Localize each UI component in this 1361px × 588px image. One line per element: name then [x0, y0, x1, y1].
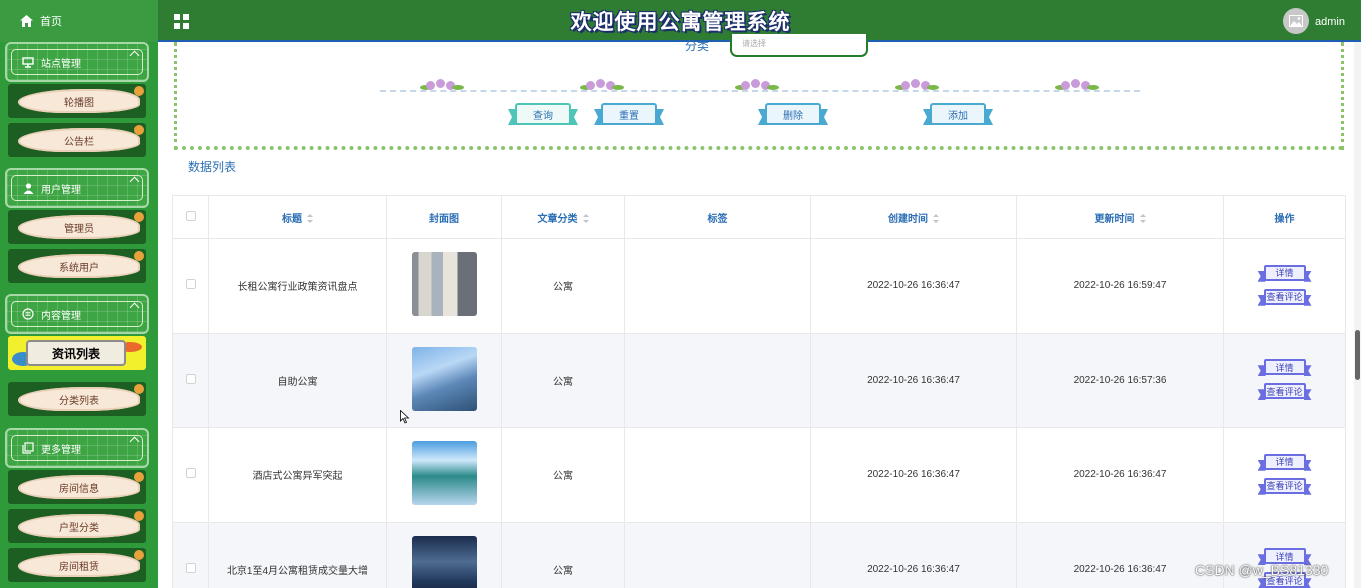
- row-title: 北京1至4月公寓租赁成交量大增: [208, 521, 387, 588]
- view-comments-button[interactable]: 查看评论: [1257, 477, 1312, 496]
- sidebar-item-rentals[interactable]: 房间租赁: [8, 548, 146, 582]
- avatar[interactable]: [1283, 8, 1309, 34]
- row-tags: [624, 238, 811, 334]
- sidebar-item-admins[interactable]: 管理员: [8, 210, 146, 244]
- search-panel: [174, 42, 1344, 150]
- row-title: 自助公寓: [208, 332, 387, 428]
- watermark: CSDN @w_BS81330: [1195, 562, 1329, 578]
- detail-button[interactable]: 详情: [1257, 359, 1312, 377]
- sidebar-group-more[interactable]: 更多管理: [5, 428, 149, 468]
- column-title[interactable]: 标题: [208, 195, 387, 239]
- sidebar-group-content[interactable]: 内容管理: [5, 294, 149, 334]
- sidebar: 站点管理 轮播图 公告栏 用户管理 管理员 系统用户 内容管理 资讯列表 分类列…: [0, 42, 158, 588]
- sidebar-item-system-users[interactable]: 系统用户: [8, 249, 146, 283]
- column-updated[interactable]: 更新时间: [1016, 195, 1224, 239]
- cover-image[interactable]: [411, 535, 477, 588]
- row-checkbox[interactable]: [185, 373, 196, 384]
- table-row: 酒店式公寓异军突起 公寓 2022-10-26 16:36:47 2022-10…: [172, 427, 1346, 523]
- table-row: 自助公寓 公寓 2022-10-26 16:36:47 2022-10-26 1…: [172, 332, 1346, 428]
- row-checkbox[interactable]: [185, 562, 196, 573]
- mouse-cursor-icon: [400, 410, 410, 424]
- column-actions: 操作: [1223, 195, 1346, 239]
- select-all-checkbox[interactable]: [185, 210, 196, 221]
- user-icon: [22, 182, 34, 194]
- system-title: 欢迎使用公寓管理系统: [570, 10, 791, 34]
- sidebar-item-carousel[interactable]: 轮播图: [8, 84, 146, 118]
- sort-caret-icon[interactable]: [582, 214, 589, 224]
- news-table: 标题 封面图 文章分类 标签 创建时间 更新时间 操作 长租公寓行业政策资讯盘点…: [172, 195, 1346, 588]
- sidebar-group-site[interactable]: 站点管理: [5, 42, 149, 82]
- view-comments-button[interactable]: 查看评论: [1257, 383, 1312, 401]
- row-tags: [624, 427, 811, 523]
- copy-icon: [22, 442, 34, 454]
- sidebar-item-rooms[interactable]: 房间信息: [8, 470, 146, 504]
- row-checkbox[interactable]: [185, 279, 196, 290]
- row-created: 2022-10-26 16:36:47: [810, 521, 1017, 588]
- sidebar-item-room-types[interactable]: 户型分类: [8, 509, 146, 543]
- list-circle-icon: [22, 308, 34, 320]
- username[interactable]: admin: [1315, 16, 1345, 28]
- sidebar-item-notice[interactable]: 公告栏: [8, 123, 146, 157]
- image-placeholder-icon: [1289, 15, 1303, 27]
- divider: [380, 90, 1140, 92]
- row-updated: 2022-10-26 16:36:47: [1016, 427, 1224, 523]
- row-title: 酒店式公寓异军突起: [208, 427, 387, 523]
- column-category[interactable]: 文章分类: [501, 195, 625, 239]
- row-updated: 2022-10-26 16:36:47: [1016, 521, 1224, 588]
- list-title: 数据列表: [188, 160, 237, 174]
- row-created: 2022-10-26 16:36:47: [810, 238, 1017, 334]
- table-header-row: 标题 封面图 文章分类 标签 创建时间 更新时间 操作: [172, 195, 1346, 239]
- detail-button[interactable]: 详情: [1257, 453, 1312, 472]
- sidebar-item-news-list[interactable]: 资讯列表: [8, 336, 146, 370]
- category-label: 分类: [685, 39, 710, 53]
- category-select[interactable]: 请选择: [730, 34, 868, 57]
- sidebar-group-label: 站点管理: [41, 58, 81, 70]
- cover-image[interactable]: [411, 441, 477, 506]
- add-button[interactable]: 添加: [923, 99, 993, 129]
- row-updated: 2022-10-26 16:57:36: [1016, 332, 1224, 428]
- row-category: 公寓: [501, 238, 625, 334]
- column-cover: 封面图: [386, 195, 502, 239]
- monitor-icon: [22, 56, 34, 68]
- row-title: 长租公寓行业政策资讯盘点: [208, 238, 387, 334]
- cover-image[interactable]: [411, 252, 477, 317]
- row-tags: [624, 521, 811, 588]
- sidebar-group-label: 用户管理: [41, 184, 81, 196]
- sidebar-group-label: 更多管理: [41, 444, 81, 456]
- detail-button[interactable]: 详情: [1257, 264, 1312, 283]
- row-category: 公寓: [501, 427, 625, 523]
- sort-caret-icon[interactable]: [1139, 214, 1146, 224]
- sidebar-group-users[interactable]: 用户管理: [5, 168, 149, 208]
- row-created: 2022-10-26 16:36:47: [810, 332, 1017, 428]
- scrollbar-thumb[interactable]: [1355, 330, 1360, 380]
- page-scrollbar[interactable]: [1354, 42, 1361, 588]
- column-tags: 标签: [624, 195, 811, 239]
- sort-caret-icon[interactable]: [307, 214, 313, 224]
- row-created: 2022-10-26 16:36:47: [810, 427, 1017, 523]
- reset-button[interactable]: 重置: [594, 99, 664, 129]
- sidebar-group-label: 内容管理: [41, 310, 81, 322]
- table-row: 北京1至4月公寓租赁成交量大增 公寓 2022-10-26 16:36:47 2…: [172, 521, 1346, 588]
- top-bar: 首页 欢迎使用公寓管理系统 admin: [0, 0, 1361, 42]
- sidebar-item-category-list[interactable]: 分类列表: [8, 382, 146, 416]
- query-button[interactable]: 查询: [508, 99, 578, 129]
- row-tags: [624, 332, 811, 428]
- row-category: 公寓: [501, 332, 625, 428]
- row-category: 公寓: [501, 521, 625, 588]
- sort-caret-icon[interactable]: [933, 214, 939, 224]
- delete-button[interactable]: 删除: [758, 99, 828, 129]
- view-comments-button[interactable]: 查看评论: [1257, 288, 1312, 307]
- row-checkbox[interactable]: [185, 468, 196, 479]
- column-created[interactable]: 创建时间: [810, 195, 1017, 239]
- cover-image[interactable]: [411, 346, 477, 411]
- row-updated: 2022-10-26 16:59:47: [1016, 238, 1224, 334]
- table-row: 长租公寓行业政策资讯盘点 公寓 2022-10-26 16:36:47 2022…: [172, 238, 1346, 334]
